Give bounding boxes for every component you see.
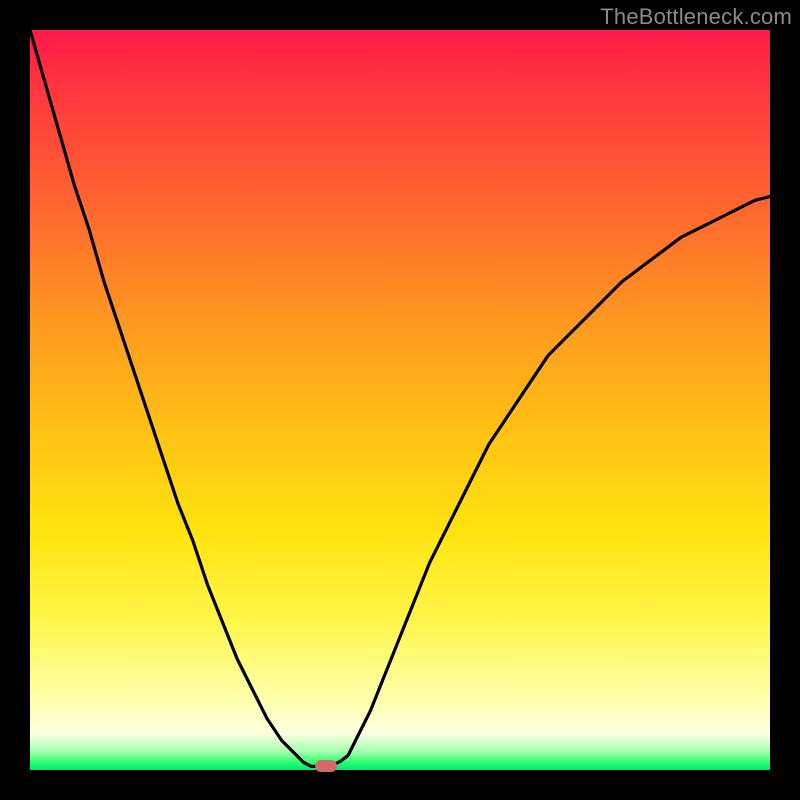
chart-frame: TheBottleneck.com: [0, 0, 800, 800]
watermark-text: TheBottleneck.com: [600, 4, 792, 30]
plot-area: [30, 30, 770, 770]
bottleneck-curve: [30, 30, 770, 770]
optimum-marker: [315, 760, 337, 772]
curve-path: [30, 30, 770, 766]
